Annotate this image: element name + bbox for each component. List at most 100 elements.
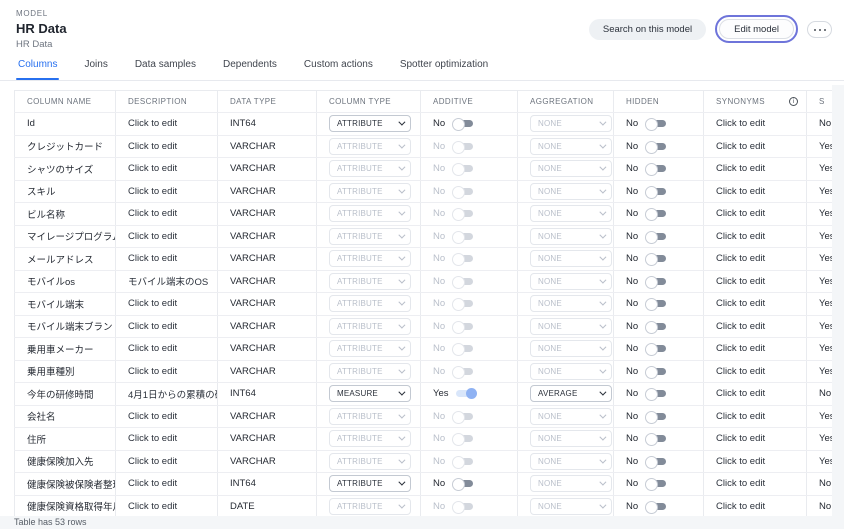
column-name-cell[interactable]: 乗用車種別 <box>15 360 116 383</box>
columns-table: COLUMN NAMEDESCRIPTIONDATA TYPECOLUMN TY… <box>14 90 832 518</box>
column-name-cell[interactable]: 健康保険資格取得年月日 <box>15 495 116 518</box>
description-cell[interactable]: Click to edit <box>116 135 218 158</box>
column-name-cell[interactable]: 今年の研修時間 <box>15 383 116 406</box>
hidden-toggle[interactable] <box>645 118 666 129</box>
search-on-model-button[interactable]: Search on this model <box>589 19 706 40</box>
column-name-cell[interactable]: 乗用車メーカー <box>15 338 116 361</box>
additive-label: No <box>433 478 445 489</box>
column-name-cell[interactable]: モバイル端末ブランド <box>15 315 116 338</box>
hidden-toggle[interactable] <box>645 388 666 399</box>
hidden-toggle[interactable] <box>645 163 666 174</box>
description-cell[interactable]: Click to edit <box>116 473 218 496</box>
column-name-cell[interactable]: メールアドレス <box>15 248 116 271</box>
description-cell[interactable]: Click to edit <box>116 360 218 383</box>
description-cell[interactable]: Click to edit <box>116 180 218 203</box>
hidden-label: No <box>626 501 638 512</box>
description-cell[interactable]: Click to edit <box>116 315 218 338</box>
column-name-cell[interactable]: モバイルos <box>15 270 116 293</box>
more-options-button[interactable] <box>807 21 832 38</box>
column-name-cell[interactable]: モバイル端末 <box>15 293 116 316</box>
description-cell[interactable]: Click to edit <box>116 158 218 181</box>
additive-toggle[interactable] <box>456 388 477 399</box>
description-cell[interactable]: Click to edit <box>116 225 218 248</box>
dropdown-attribute: ATTRIBUTE <box>329 363 411 380</box>
tab-columns[interactable]: Columns <box>18 59 57 80</box>
column-name-cell[interactable]: 会社名 <box>15 405 116 428</box>
hidden-cell: No <box>614 248 704 271</box>
synonyms-cell[interactable]: Click to edit <box>704 225 807 248</box>
scrollbar-gutter[interactable] <box>832 85 844 529</box>
hidden-toggle[interactable] <box>645 276 666 287</box>
tab-joins[interactable]: Joins <box>84 59 107 80</box>
description-cell[interactable]: Click to edit <box>116 405 218 428</box>
hidden-toggle[interactable] <box>645 343 666 354</box>
description-cell[interactable]: Click to edit <box>116 248 218 271</box>
synonyms-cell[interactable]: Click to edit <box>704 338 807 361</box>
synonyms-cell[interactable]: Click to edit <box>704 113 807 136</box>
dropdown-none: NONE <box>530 498 612 515</box>
synonyms-cell[interactable]: Click to edit <box>704 270 807 293</box>
synonyms-cell[interactable]: Click to edit <box>704 315 807 338</box>
column-name-cell[interactable]: 住所 <box>15 428 116 451</box>
column-type-cell: ATTRIBUTE <box>317 360 421 383</box>
column-name-cell[interactable]: マイレージプログラム <box>15 225 116 248</box>
synonyms-cell[interactable]: Click to edit <box>704 473 807 496</box>
column-name-cell[interactable]: 健康保険被保険者整理番号 <box>15 473 116 496</box>
edit-model-button[interactable]: Edit model <box>719 19 794 39</box>
dropdown-average[interactable]: AVERAGE <box>530 385 612 402</box>
hidden-toggle[interactable] <box>645 208 666 219</box>
hidden-toggle[interactable] <box>645 501 666 512</box>
synonyms-cell[interactable]: Click to edit <box>704 495 807 518</box>
synonyms-cell[interactable]: Click to edit <box>704 135 807 158</box>
synonyms-cell[interactable]: Click to edit <box>704 360 807 383</box>
column-name-cell[interactable]: 健康保険加入先 <box>15 450 116 473</box>
description-cell[interactable]: モバイル端末のOS <box>116 270 218 293</box>
description-cell[interactable]: Click to edit <box>116 450 218 473</box>
synonyms-cell[interactable]: Click to edit <box>704 203 807 226</box>
tab-dependents[interactable]: Dependents <box>223 59 277 80</box>
hidden-toggle[interactable] <box>645 141 666 152</box>
description-cell[interactable]: Click to edit <box>116 428 218 451</box>
hidden-toggle[interactable] <box>645 186 666 197</box>
synonyms-cell[interactable]: Click to edit <box>704 450 807 473</box>
additive-toggle[interactable] <box>452 118 473 129</box>
dropdown-measure[interactable]: MEASURE <box>329 385 411 402</box>
synonyms-cell[interactable]: Click to edit <box>704 383 807 406</box>
hidden-toggle[interactable] <box>645 478 666 489</box>
description-cell[interactable]: Click to edit <box>116 113 218 136</box>
description-cell[interactable]: Click to edit <box>116 495 218 518</box>
dropdown-attribute[interactable]: ATTRIBUTE <box>329 115 411 132</box>
column-name-cell[interactable]: スキル <box>15 180 116 203</box>
hidden-toggle[interactable] <box>645 321 666 332</box>
synonyms-cell[interactable]: Click to edit <box>704 405 807 428</box>
column-name-cell[interactable]: シャツのサイズ <box>15 158 116 181</box>
synonyms-cell[interactable]: Click to edit <box>704 180 807 203</box>
hidden-toggle[interactable] <box>645 456 666 467</box>
synonyms-cell[interactable]: Click to edit <box>704 428 807 451</box>
dropdown-attribute[interactable]: ATTRIBUTE <box>329 475 411 492</box>
hidden-toggle[interactable] <box>645 366 666 377</box>
synonyms-cell[interactable]: Click to edit <box>704 248 807 271</box>
hidden-toggle[interactable] <box>645 411 666 422</box>
synonyms-cell[interactable]: Click to edit <box>704 293 807 316</box>
description-cell[interactable]: Click to edit <box>116 203 218 226</box>
description-cell[interactable]: Click to edit <box>116 338 218 361</box>
column-name-cell[interactable]: ビル名称 <box>15 203 116 226</box>
additive-cell: No <box>421 270 518 293</box>
description-cell[interactable]: Click to edit <box>116 293 218 316</box>
info-icon[interactable] <box>789 97 798 106</box>
tab-data-samples[interactable]: Data samples <box>135 59 196 80</box>
hidden-toggle[interactable] <box>645 253 666 264</box>
hidden-toggle[interactable] <box>645 433 666 444</box>
synonyms-cell[interactable]: Click to edit <box>704 158 807 181</box>
additive-toggle[interactable] <box>452 478 473 489</box>
hidden-toggle[interactable] <box>645 231 666 242</box>
column-name-cell[interactable]: クレジットカード <box>15 135 116 158</box>
chevron-down-icon <box>398 366 405 373</box>
tab-custom-actions[interactable]: Custom actions <box>304 59 373 80</box>
tab-spotter-optimization[interactable]: Spotter optimization <box>400 59 488 80</box>
description-cell[interactable]: 4月1日からの累積の研… <box>116 383 218 406</box>
hidden-toggle[interactable] <box>645 298 666 309</box>
hidden-cell: No <box>614 225 704 248</box>
column-name-cell[interactable]: Id <box>15 113 116 136</box>
